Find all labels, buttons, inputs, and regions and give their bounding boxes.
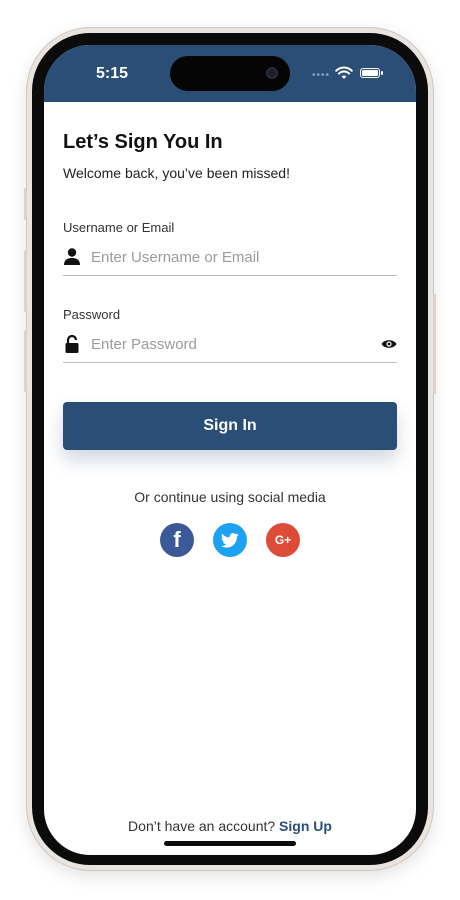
volume-down-button — [24, 330, 27, 392]
dynamic-island — [170, 56, 290, 91]
facebook-icon: f — [173, 527, 181, 552]
password-label: Password — [63, 307, 121, 322]
volume-up-button — [24, 250, 27, 312]
page-title: Let’s Sign You In — [63, 131, 223, 153]
username-label: Username or Email — [63, 220, 175, 235]
battery-tip — [381, 71, 383, 75]
user-icon — [64, 248, 80, 265]
sign-in-button[interactable]: Sign In — [63, 402, 397, 450]
power-button — [433, 294, 436, 394]
twitter-button[interactable] — [213, 523, 247, 557]
action-button — [24, 188, 27, 220]
facebook-button[interactable]: f — [160, 523, 194, 557]
signup-prompt: Don’t have an account? Sign Up — [44, 818, 416, 834]
social-prompt: Or continue using social media — [134, 489, 326, 505]
page-subtitle: Welcome back, you’ve been missed! — [63, 165, 290, 181]
google-plus-button[interactable]: G+ — [266, 523, 300, 557]
twitter-bird-icon — [221, 532, 239, 548]
camera-icon — [266, 67, 278, 79]
username-field[interactable] — [63, 243, 397, 276]
sign-up-link[interactable]: Sign Up — [279, 818, 332, 834]
password-field[interactable] — [63, 330, 397, 363]
cellular-signal-icon: •••• — [312, 70, 331, 81]
eye-icon[interactable] — [381, 337, 397, 351]
status-bar: 5:15 •••• — [44, 45, 416, 102]
username-input[interactable] — [91, 245, 361, 269]
password-input[interactable] — [91, 332, 361, 356]
lock-icon — [65, 334, 79, 353]
screen: 5:15 •••• Let’s Sign You In Welcome back… — [44, 45, 416, 855]
wifi-icon — [335, 66, 353, 79]
home-indicator[interactable] — [164, 841, 296, 846]
signup-prompt-text: Don’t have an account? — [128, 818, 276, 834]
status-time: 5:15 — [96, 65, 129, 82]
google-plus-icon: G+ — [274, 533, 292, 547]
battery-icon — [360, 68, 380, 78]
